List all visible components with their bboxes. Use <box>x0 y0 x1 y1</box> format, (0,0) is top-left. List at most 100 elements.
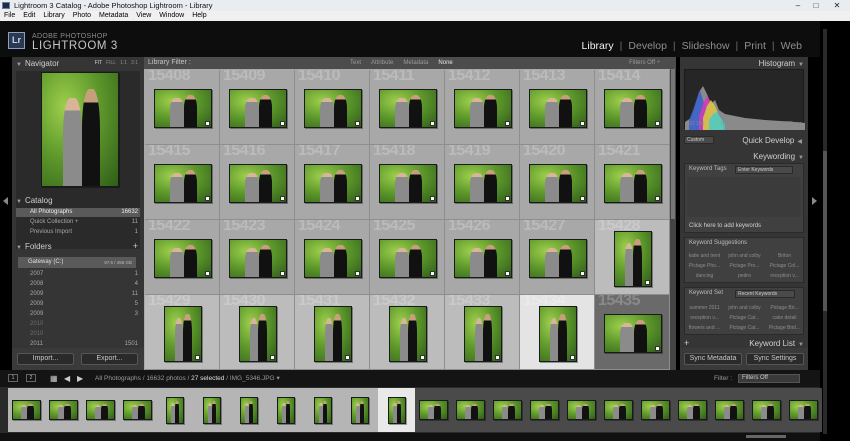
filmstrip-cell[interactable] <box>193 388 230 432</box>
add-keywords-input[interactable]: Click here to add keywords <box>689 223 761 229</box>
keyword-suggestion[interactable]: Pictage Pho... <box>685 262 724 270</box>
filmstrip-cell[interactable] <box>8 388 45 432</box>
filmstrip-cell[interactable] <box>489 388 526 432</box>
grid-thumbnail[interactable] <box>613 230 652 287</box>
folder-item[interactable]: 2010 <box>16 330 140 339</box>
filmstrip-thumbnail[interactable] <box>239 396 258 424</box>
grid-thumbnail[interactable] <box>453 239 512 278</box>
filmstrip-thumbnail[interactable] <box>123 400 152 420</box>
filmstrip-scrollbar-thumb[interactable] <box>746 435 786 438</box>
grid-cell[interactable]: 15409 <box>220 70 295 145</box>
folder-item[interactable]: 2009 11 <box>16 290 140 299</box>
filmstrip-cell[interactable] <box>526 388 563 432</box>
keyword-suggestion[interactable]: reception v... <box>765 272 804 280</box>
keyword-set-select[interactable]: Recent Keywords <box>735 290 795 298</box>
grid-thumbnail[interactable] <box>228 89 287 128</box>
grid-thumbnail[interactable] <box>388 305 427 362</box>
keyword-suggestion[interactable]: katie and trent <box>685 252 724 260</box>
grid-thumbnail[interactable] <box>378 89 437 128</box>
grid-cell[interactable]: 15417 <box>295 145 370 220</box>
recent-keyword[interactable]: cake detail <box>765 314 804 322</box>
keyword-tags-mode-select[interactable]: Enter Keywords <box>735 166 793 174</box>
grid-cell[interactable]: 15416 <box>220 145 295 220</box>
filmstrip-thumbnail[interactable] <box>752 400 781 420</box>
keyword-tags-field[interactable] <box>687 177 801 217</box>
filmstrip-thumbnail[interactable] <box>202 396 221 424</box>
catalog-header[interactable]: ▼ Catalog <box>16 195 53 206</box>
sync-metadata-button[interactable]: Sync Metadata <box>684 353 742 365</box>
grid-thumbnail[interactable] <box>528 239 587 278</box>
keyword-suggestion[interactable]: Pictage Pro... <box>725 262 764 270</box>
grid-thumbnail[interactable] <box>153 89 212 128</box>
filmstrip-filter-select[interactable]: Filters Off <box>738 374 800 383</box>
grid-cell[interactable]: 15426 <box>445 220 520 295</box>
folder-item[interactable]: 2008 4 <box>16 280 140 289</box>
filmstrip-cell[interactable] <box>267 388 304 432</box>
drive-gateway[interactable]: Gateway (C:) 97.5 / 456 GB <box>18 257 136 268</box>
screen-1-button[interactable]: 1 <box>8 374 18 382</box>
module-print[interactable]: Print <box>742 40 768 52</box>
filmstrip-cell[interactable] <box>674 388 711 432</box>
recent-keyword[interactable]: flowers and ... <box>685 324 724 332</box>
grid-cell[interactable]: 15433 <box>445 295 520 370</box>
grid-thumbnail[interactable] <box>603 314 662 353</box>
keyword-suggestion[interactable]: dancing <box>685 272 724 280</box>
filter-text[interactable]: Text <box>350 57 361 69</box>
grid-cell[interactable]: 15410 <box>295 70 370 145</box>
filmstrip-cell[interactable] <box>45 388 82 432</box>
filmstrip-thumbnail[interactable] <box>715 400 744 420</box>
keyword-suggestion[interactable]: pedro <box>725 272 764 280</box>
grid-cell[interactable]: 15434 <box>520 295 595 370</box>
next-photo-icon[interactable]: ▶ <box>77 370 83 387</box>
filter-attribute[interactable]: Attribute <box>371 57 393 69</box>
filmstrip-scrollbar[interactable] <box>0 433 820 441</box>
grid-thumbnail[interactable] <box>378 239 437 278</box>
grid-cell[interactable]: 15431 <box>295 295 370 370</box>
filmstrip-cell[interactable] <box>452 388 489 432</box>
recent-keyword[interactable]: Pictage Brid... <box>765 324 804 332</box>
recent-keyword[interactable]: Pictage Bri... <box>765 304 804 312</box>
recent-keyword[interactable]: john and colby <box>725 304 764 312</box>
grid-thumbnail[interactable] <box>228 239 287 278</box>
screen-2-button[interactable]: 2 <box>26 374 36 382</box>
module-slideshow[interactable]: Slideshow <box>680 40 732 52</box>
filmstrip-cell[interactable] <box>378 388 415 432</box>
grid-thumbnail[interactable] <box>238 305 277 362</box>
filmstrip-thumbnail[interactable] <box>530 400 559 420</box>
filmstrip-thumbnail[interactable] <box>49 400 78 420</box>
menu-photo[interactable]: Photo <box>73 11 91 21</box>
histogram-header[interactable]: Histogram ▼ <box>759 58 804 69</box>
grid-thumbnail[interactable] <box>453 89 512 128</box>
filmstrip-cell[interactable] <box>119 388 156 432</box>
minimize-button[interactable]: – <box>791 0 805 11</box>
module-library[interactable]: Library <box>580 40 616 52</box>
grid-cell[interactable]: 15414 <box>595 70 670 145</box>
grid-cell[interactable]: 15420 <box>520 145 595 220</box>
filmstrip-cell[interactable] <box>156 388 193 432</box>
recent-keyword[interactable]: reception v... <box>685 314 724 322</box>
grid-cell[interactable]: 15415 <box>145 145 220 220</box>
filmstrip-thumbnail[interactable] <box>419 400 448 420</box>
filmstrip-thumbnail[interactable] <box>12 400 41 420</box>
grid-scrollbar[interactable] <box>670 69 676 370</box>
grid-cell[interactable]: 15413 <box>520 70 595 145</box>
catalog-item-all-photographs[interactable]: All Photographs 16632 <box>16 208 140 217</box>
grid-cell[interactable]: 15430 <box>220 295 295 370</box>
grid-thumbnail[interactable] <box>453 164 512 203</box>
filmstrip-thumbnail[interactable] <box>678 400 707 420</box>
recent-keyword[interactable]: summer 2011 <box>685 304 724 312</box>
filmstrip-cell[interactable] <box>82 388 119 432</box>
catalog-item-previous-import[interactable]: Previous Import 1 <box>16 228 140 237</box>
import-button[interactable]: Import... <box>17 353 74 365</box>
histogram-graph[interactable] <box>684 69 805 130</box>
grid-thumbnail[interactable] <box>603 89 662 128</box>
filmstrip-cell[interactable] <box>637 388 674 432</box>
grid-thumbnail[interactable] <box>313 305 352 362</box>
catalog-item-quick-collection[interactable]: Quick Collection + 11 <box>16 218 140 227</box>
right-panel-toggle[interactable] <box>808 57 820 370</box>
filmstrip-thumbnail[interactable] <box>493 400 522 420</box>
grid-thumbnail[interactable] <box>528 89 587 128</box>
filmstrip-thumbnail[interactable] <box>789 400 818 420</box>
filmstrip-thumbnail[interactable] <box>276 396 295 424</box>
grid-thumbnail[interactable] <box>228 164 287 203</box>
